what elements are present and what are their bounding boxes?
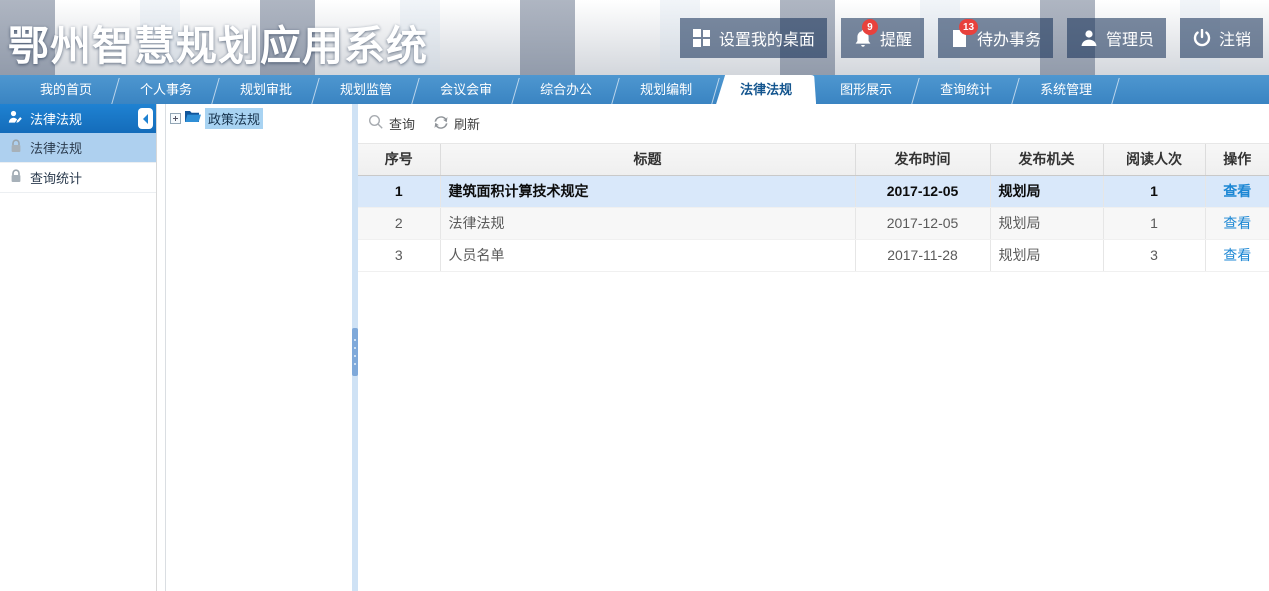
sidebar: 法律法规 法律法规 查询统计 xyxy=(0,104,157,591)
cell-no: 3 xyxy=(358,239,440,271)
tab-planning-approval[interactable]: 规划审批 xyxy=(216,75,316,104)
cell-date: 2017-12-05 xyxy=(855,207,990,239)
sidebar-item-laws-regulations[interactable]: 法律法规 xyxy=(0,133,156,163)
cell-org: 规划局 xyxy=(990,239,1103,271)
cell-title: 建筑面积计算技术规定 xyxy=(440,175,855,207)
nav-user[interactable]: 管理员 xyxy=(1067,18,1166,58)
table-header-row: 序号 标题 发布时间 发布机关 阅读人次 操作 xyxy=(358,144,1269,175)
col-no: 序号 xyxy=(358,144,440,175)
main-panel: 查询 刷新 序号 标题 发布时间 发布机关 阅读 xyxy=(358,104,1269,591)
tab-graphic-display[interactable]: 图形展示 xyxy=(816,75,916,104)
cell-no: 2 xyxy=(358,207,440,239)
tree-panel: 政策法规 xyxy=(165,104,352,591)
tab-my-home[interactable]: 我的首页 xyxy=(16,75,116,104)
nav-label: 待办事务 xyxy=(977,26,1041,50)
tab-planning-supervision[interactable]: 规划监管 xyxy=(316,75,416,104)
tree-node-policy-regulations[interactable]: 政策法规 xyxy=(170,108,348,129)
nav-set-desktop[interactable]: 设置我的桌面 xyxy=(680,18,827,58)
view-link[interactable]: 查看 xyxy=(1223,215,1251,231)
document-icon: 13 xyxy=(950,28,970,48)
collapse-left-icon[interactable] xyxy=(138,108,153,129)
bell-icon: 9 xyxy=(853,28,873,48)
sidebar-header-label: 法律法规 xyxy=(30,109,82,128)
tab-meeting-review[interactable]: 会议会审 xyxy=(416,75,516,104)
sidebar-header-laws[interactable]: 法律法规 xyxy=(0,104,156,133)
open-folder-icon xyxy=(184,110,202,127)
refresh-button[interactable]: 刷新 xyxy=(433,114,480,133)
table-row[interactable]: 3 人员名单 2017-11-28 规划局 3 查看 xyxy=(358,239,1269,271)
refresh-label: 刷新 xyxy=(454,114,480,133)
query-button[interactable]: 查询 xyxy=(368,114,415,133)
cell-title: 法律法规 xyxy=(440,207,855,239)
refresh-icon xyxy=(433,115,449,133)
col-publish-org: 发布机关 xyxy=(990,144,1103,175)
table-row[interactable]: 2 法律法规 2017-12-05 规划局 1 查看 xyxy=(358,207,1269,239)
main-tab-bar: 我的首页 个人事务 规划审批 规划监管 会议会审 综合办公 规划编制 法律法规 … xyxy=(0,75,1269,104)
nav-logout[interactable]: 注销 xyxy=(1180,18,1263,58)
app-window: 鄂州智慧规划应用系统 设置我的桌面 9 提醒 13 xyxy=(0,0,1269,591)
sidebar-item-query-statistics[interactable]: 查询统计 xyxy=(0,163,156,193)
nav-reminders[interactable]: 9 提醒 xyxy=(841,18,924,58)
tab-planning-compilation[interactable]: 规划编制 xyxy=(616,75,716,104)
app-title: 鄂州智慧规划应用系统 xyxy=(8,12,428,72)
cell-reads: 1 xyxy=(1103,175,1205,207)
lock-icon xyxy=(10,169,22,186)
col-title: 标题 xyxy=(440,144,855,175)
tab-system-management[interactable]: 系统管理 xyxy=(1016,75,1116,104)
view-link[interactable]: 查看 xyxy=(1223,183,1251,199)
nav-todo[interactable]: 13 待办事务 xyxy=(938,18,1053,58)
cell-reads: 3 xyxy=(1103,239,1205,271)
cell-org: 规划局 xyxy=(990,207,1103,239)
laws-table: 序号 标题 发布时间 发布机关 阅读人次 操作 1 建筑面积计算技术规定 201… xyxy=(358,144,1269,272)
cell-reads: 1 xyxy=(1103,207,1205,239)
cell-title: 人员名单 xyxy=(440,239,855,271)
content-area: 法律法规 法律法规 查询统计 xyxy=(0,104,1269,591)
sidebar-item-label: 查询统计 xyxy=(30,168,82,187)
col-actions: 操作 xyxy=(1205,144,1269,175)
tab-query-statistics[interactable]: 查询统计 xyxy=(916,75,1016,104)
col-read-count: 阅读人次 xyxy=(1103,144,1205,175)
header-banner: 鄂州智慧规划应用系统 设置我的桌面 9 提醒 13 xyxy=(0,0,1269,75)
magnifier-icon xyxy=(368,114,384,133)
todo-badge: 13 xyxy=(959,19,978,35)
nav-label: 设置我的桌面 xyxy=(719,26,815,50)
table-row[interactable]: 1 建筑面积计算技术规定 2017-12-05 规划局 1 查看 xyxy=(358,175,1269,207)
view-link[interactable]: 查看 xyxy=(1223,247,1251,263)
nav-label: 管理员 xyxy=(1106,26,1154,50)
query-label: 查询 xyxy=(389,114,415,133)
tab-laws-regulations[interactable]: 法律法规 xyxy=(716,75,816,104)
user-icon xyxy=(1079,28,1099,48)
cell-no: 1 xyxy=(358,175,440,207)
desktop-grid-icon xyxy=(692,28,712,48)
person-edit-icon xyxy=(8,110,22,127)
panel-gap xyxy=(157,104,165,591)
splitter-grip-icon xyxy=(352,328,358,376)
cell-date: 2017-11-28 xyxy=(855,239,990,271)
grid-toolbar: 查询 刷新 xyxy=(358,104,1269,144)
plus-box-icon[interactable] xyxy=(170,113,181,124)
sidebar-item-label: 法律法规 xyxy=(30,138,82,157)
power-icon xyxy=(1192,28,1212,48)
splitter-handle[interactable] xyxy=(352,104,358,591)
tab-personal-affairs[interactable]: 个人事务 xyxy=(116,75,216,104)
cell-org: 规划局 xyxy=(990,175,1103,207)
top-nav: 设置我的桌面 9 提醒 13 待办事务 管理员 xyxy=(680,18,1263,58)
nav-label: 注销 xyxy=(1219,26,1251,50)
tab-general-office[interactable]: 综合办公 xyxy=(516,75,616,104)
tree-node-label: 政策法规 xyxy=(205,108,263,129)
lock-icon xyxy=(10,139,22,156)
cell-date: 2017-12-05 xyxy=(855,175,990,207)
reminder-badge: 9 xyxy=(862,19,878,35)
nav-label: 提醒 xyxy=(880,26,912,50)
col-publish-date: 发布时间 xyxy=(855,144,990,175)
